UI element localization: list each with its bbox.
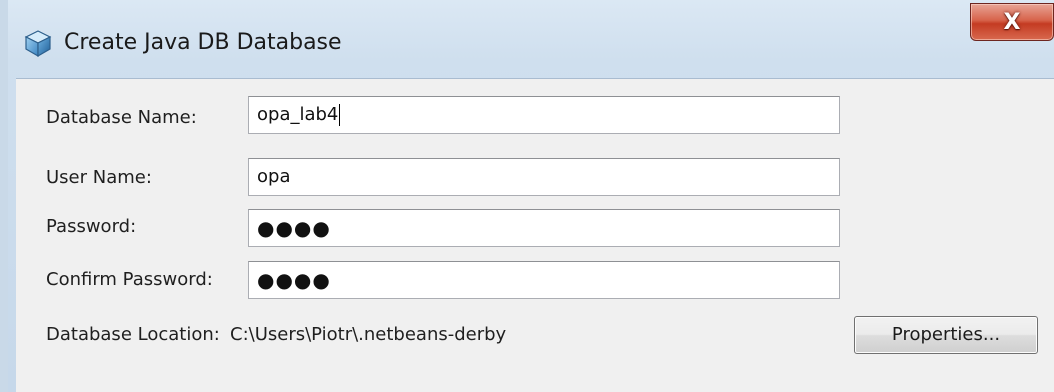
database-icon — [23, 28, 53, 58]
dialog-content: Database Name: opa_lab4 User Name: opa P… — [16, 78, 1054, 392]
close-button[interactable]: X — [970, 3, 1054, 41]
confirm-password-input[interactable]: ●●●● — [248, 261, 840, 299]
confirm-password-label: Confirm Password: — [46, 269, 213, 290]
title-bar[interactable]: Create Java DB Database X — [8, 0, 1054, 78]
window-title: Create Java DB Database — [64, 30, 342, 55]
password-input[interactable]: ●●●● — [248, 209, 840, 247]
database-location-value: C:\Users\Piotr\.netbeans-derby — [230, 324, 507, 345]
user-name-value: opa — [257, 166, 291, 187]
database-name-input[interactable]: opa_lab4 — [248, 96, 840, 134]
password-label: Password: — [46, 216, 137, 237]
confirm-password-value: ●●●● — [257, 268, 331, 292]
password-value: ●●●● — [257, 216, 331, 240]
database-location-label: Database Location: — [46, 324, 220, 345]
user-name-input[interactable]: opa — [248, 158, 840, 196]
close-icon: X — [1003, 9, 1021, 35]
database-name-label: Database Name: — [46, 107, 197, 128]
create-java-db-dialog: Create Java DB Database X Database Name:… — [0, 0, 1054, 392]
database-name-value: opa_lab4 — [257, 104, 339, 125]
user-name-label: User Name: — [46, 167, 152, 188]
text-caret — [339, 104, 341, 126]
properties-button[interactable]: Properties... — [854, 316, 1038, 354]
